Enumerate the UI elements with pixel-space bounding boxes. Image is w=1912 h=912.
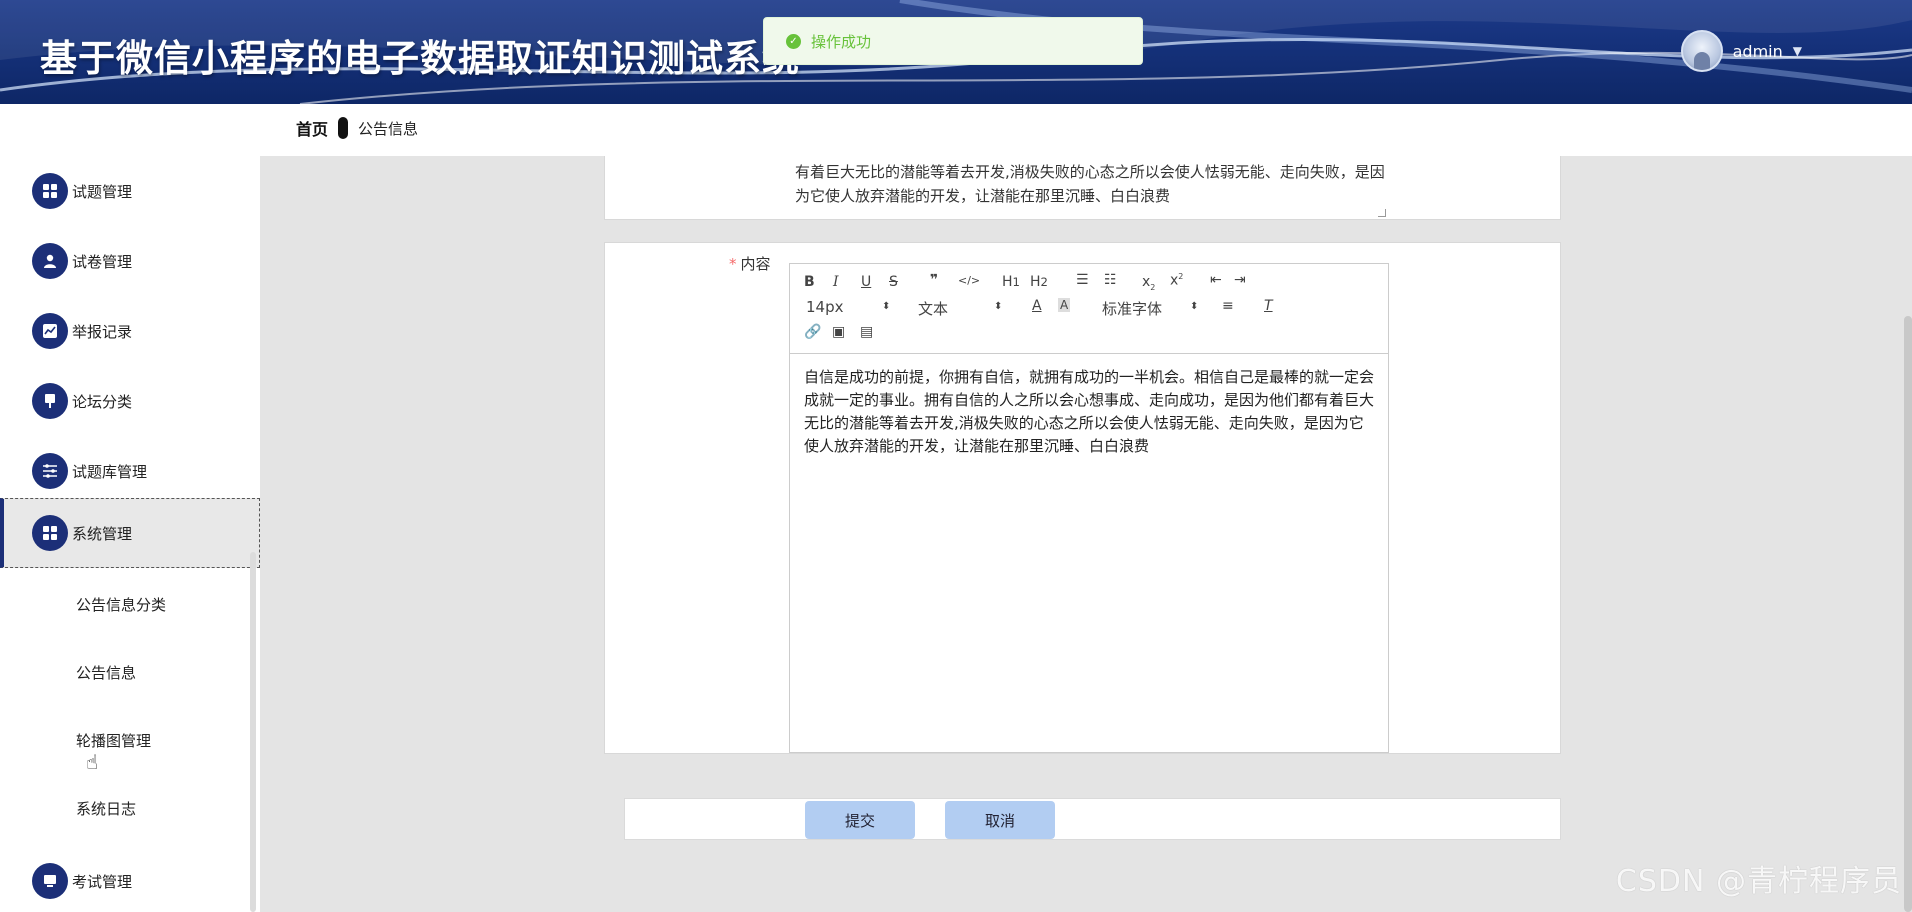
updown-arrow-icon: ⬍ [882,301,891,312]
sidebar-subitem-system-log[interactable]: 系统日志 [76,798,136,819]
italic-icon[interactable]: I [833,274,839,290]
user-menu[interactable]: admin ▼ [1680,30,1802,72]
previous-field-textarea[interactable]: 有着巨大无比的潜能等着去开发,消极失败的心态之所以会使人怯弱无能、走向失败，是因… [795,160,1395,208]
breadcrumb-current: 公告信息 [358,119,419,138]
previous-field-card: 有着巨大无比的潜能等着去开发,消极失败的心态之所以会使人怯弱无能、走向失败，是因… [604,156,1561,220]
watermark: CSDN @青柠程序员 [1615,864,1902,899]
bold-icon[interactable]: B [804,274,815,290]
app-title: 基于微信小程序的电子数据取证知识测试系统 [40,37,800,80]
cancel-button[interactable]: 取消 [945,801,1055,839]
rich-text-editor: B I U S ❞ </> H1 H2 ☰ ☷ x2 x2 ⇤ ⇥ 14px ⬍… [789,263,1389,753]
content-label: * 内容 [729,255,771,273]
check-circle-icon: ✓ [786,33,801,49]
sidebar-item-label: 考试管理 [72,872,133,891]
updown-arrow-icon: ⬍ [1190,301,1199,312]
font-family-select[interactable]: 标准字体 [1102,298,1162,319]
user-icon [32,243,68,279]
superscript-icon[interactable]: x2 [1170,272,1183,289]
main-scrollbar[interactable] [1904,316,1912,912]
blockquote-icon[interactable]: ❞ [930,272,938,288]
sidebar: 试题管理 试卷管理 举报记录 论坛分类 试题库管理 系统管理 公告信息分类 公告… [0,156,260,912]
outdent-icon[interactable]: ⇤ [1210,272,1222,288]
breadcrumb-separator-icon [338,117,349,139]
sidebar-item-label: 系统管理 [72,524,133,543]
submit-button[interactable]: 提交 [805,801,915,839]
bullet-list-icon[interactable]: ☷ [1104,272,1117,288]
avatar[interactable] [1680,30,1723,72]
clear-format-icon[interactable]: T [1264,298,1273,314]
username[interactable]: admin [1733,42,1783,61]
font-size-select[interactable]: 14px [806,298,844,316]
ordered-list-icon[interactable]: ☰ [1076,272,1089,288]
updown-arrow-icon: ⬍ [994,301,1003,312]
sidebar-item-label: 试题库管理 [72,462,148,481]
background-color-icon[interactable]: A [1058,298,1071,312]
indent-icon[interactable]: ⇥ [1234,272,1246,288]
subscript-icon[interactable]: x2 [1142,274,1155,292]
sidebar-item-system-management[interactable]: 系统管理 [0,498,260,568]
video-icon[interactable]: ▤ [860,324,873,340]
link-icon[interactable]: 🔗 [804,324,821,340]
grid-icon [32,515,68,551]
editor-content-area[interactable]: 自信是成功的前提，你拥有自信，就拥有成功的一半机会。相信自己是最棒的就一定会成就… [790,354,1388,470]
main-content: 有着巨大无比的潜能等着去开发,消极失败的心态之所以会使人怯弱无能、走向失败，是因… [260,156,1912,912]
sidebar-item-label: 试卷管理 [72,252,133,271]
sidebar-item-question-bank[interactable]: 试题库管理 [0,436,260,506]
sidebar-item-label: 试题管理 [72,182,133,201]
form-actions: 提交 取消 [624,798,1561,840]
sidebar-scrollbar[interactable] [250,552,256,912]
grid-icon [32,173,68,209]
breadcrumb: 首页 公告信息 [296,116,418,140]
resize-handle-icon[interactable] [1378,209,1386,217]
content-form-card: * 内容 B I U S ❞ </> H1 H2 ☰ ☷ x2 x2 ⇤ ⇥ 14… [604,242,1561,754]
caret-down-icon[interactable]: ▼ [1793,44,1802,58]
sidebar-item-forum-category[interactable]: 论坛分类 [0,366,260,436]
heading-1-icon[interactable]: H1 [1002,274,1020,290]
underline-icon[interactable]: U [861,274,871,290]
sidebar-subitem-notice-category[interactable]: 公告信息分类 [76,594,166,615]
align-icon[interactable]: ≡ [1222,298,1234,314]
sidebar-subitem-notice-info[interactable]: 公告信息 [76,662,136,683]
heading-2-icon[interactable]: H2 [1030,274,1048,290]
hand-pointer-icon: ☝ [86,750,99,774]
strikethrough-icon[interactable]: S [889,274,898,290]
monitor-icon [32,863,68,899]
image-icon[interactable]: ▣ [832,324,845,340]
sidebar-item-report-records[interactable]: 举报记录 [0,296,260,366]
sidebar-item-label: 论坛分类 [72,392,133,411]
breadcrumb-home[interactable]: 首页 [296,116,328,140]
sidebar-item-question-management[interactable]: 试题管理 [0,156,260,226]
sidebar-item-exam-management[interactable]: 考试管理 [0,846,260,912]
pin-icon [32,383,68,419]
toast-message: 操作成功 [811,32,872,51]
sliders-icon [32,453,68,489]
success-toast: ✓ 操作成功 [763,17,1143,65]
sidebar-item-paper-management[interactable]: 试卷管理 [0,226,260,296]
required-mark: * [729,255,737,273]
code-block-icon[interactable]: </> [958,274,980,287]
sidebar-item-label: 举报记录 [72,322,133,341]
chart-icon [32,313,68,349]
editor-toolbar: B I U S ❞ </> H1 H2 ☰ ☷ x2 x2 ⇤ ⇥ 14px ⬍… [790,264,1388,354]
sidebar-subitem-carousel-management[interactable]: 轮播图管理 [76,730,151,751]
text-color-icon[interactable]: A [1032,298,1042,314]
block-format-select[interactable]: 文本 [918,298,948,319]
